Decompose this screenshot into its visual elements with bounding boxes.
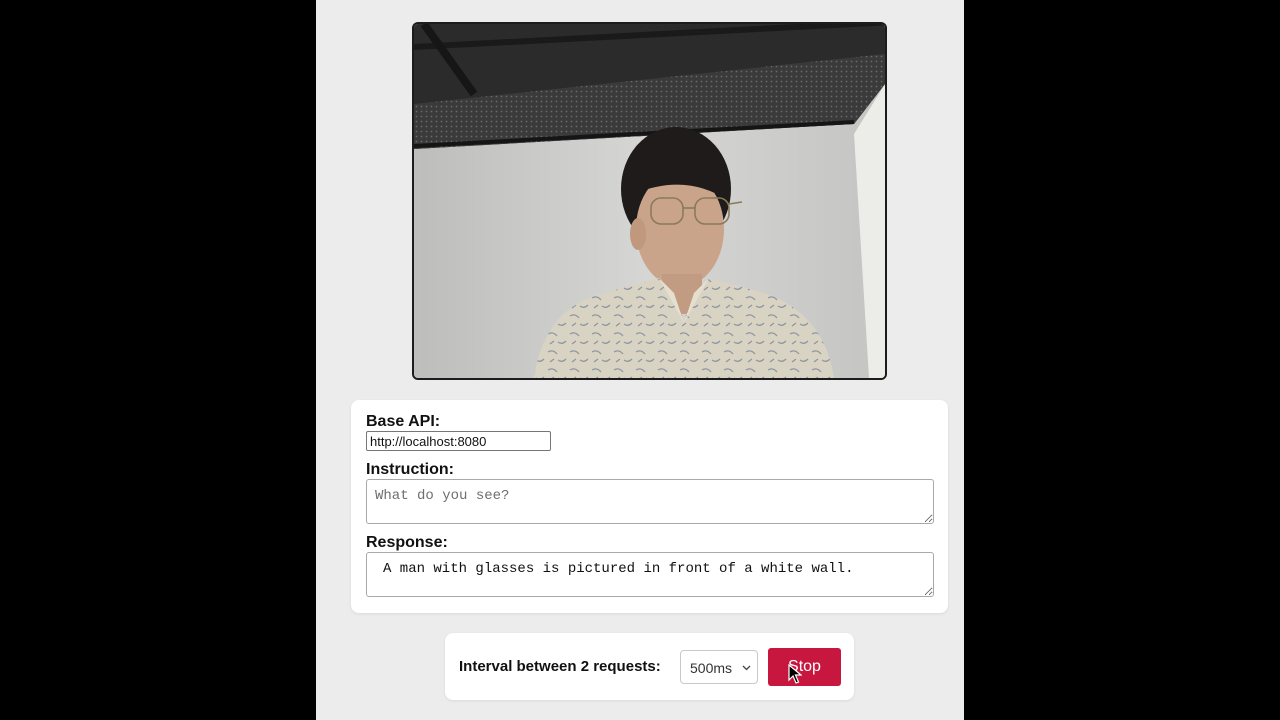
base-api-input[interactable] xyxy=(366,431,551,451)
settings-panel: Base API: Instruction: Response: A man w… xyxy=(351,400,948,613)
chevron-down-icon xyxy=(742,665,751,671)
interval-select[interactable]: 500ms xyxy=(680,650,758,684)
interval-label: Interval between 2 requests: xyxy=(459,658,661,675)
webcam-feed-image xyxy=(414,24,885,378)
instruction-textarea[interactable] xyxy=(366,479,934,524)
response-textarea[interactable]: A man with glasses is pictured in front … xyxy=(366,552,934,597)
camera-video xyxy=(412,22,887,380)
controls-bar: Interval between 2 requests: 500ms Stop xyxy=(445,633,854,700)
base-api-label: Base API: xyxy=(366,413,441,430)
instruction-label: Instruction: xyxy=(366,461,454,478)
stop-button[interactable]: Stop xyxy=(768,648,841,686)
response-label: Response: xyxy=(366,534,448,551)
interval-selected-value: 500ms xyxy=(690,660,733,676)
app-page: Base API: Instruction: Response: A man w… xyxy=(316,0,964,720)
